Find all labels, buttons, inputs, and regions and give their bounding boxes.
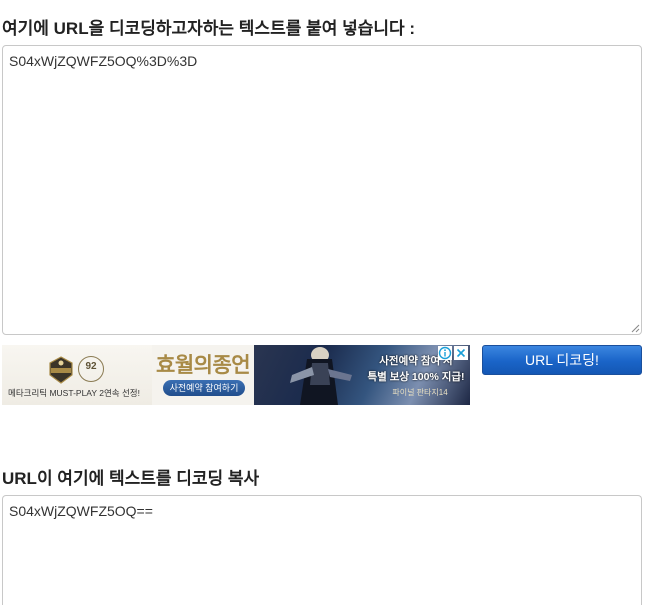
- resize-handle-icon[interactable]: [630, 323, 640, 333]
- ad-preregister-button[interactable]: 사전예약 참여하기: [163, 380, 245, 396]
- must-play-badge-icon: [49, 356, 73, 384]
- ad-info-icon[interactable]: [438, 346, 452, 360]
- decoded-text-output[interactable]: [2, 495, 642, 605]
- url-decode-button[interactable]: URL 디코딩!: [482, 345, 642, 375]
- ad-reward-line-2: 특별 보상 100% 지급!: [367, 371, 465, 383]
- output-heading: URL이 여기에 텍스트를 디코딩 복사: [2, 469, 260, 488]
- ad-reward-line-1: 사전예약 참여 시: [379, 355, 453, 367]
- ad-banner[interactable]: 92 메타크리틱 MUST-PLAY 2연속 선정! 효월의종언 사전예약 참여…: [2, 345, 470, 405]
- encoded-text-input[interactable]: [2, 45, 642, 335]
- ad-reward-text: 사전예약 참여 시 특별 보상 100% 지급!: [364, 353, 468, 385]
- input-heading: 여기에 URL을 디코딩하고자하는 텍스트를 붙여 넣습니다 :: [2, 19, 416, 38]
- ad-close-icon[interactable]: [454, 346, 468, 360]
- metacritic-score-badge: 92: [78, 356, 104, 382]
- ad-caption: 메타크리틱 MUST-PLAY 2연속 선정!: [8, 388, 140, 398]
- ad-game-logo: 파이널 판타지14: [392, 388, 448, 397]
- ad-character-artwork-icon: [290, 347, 352, 405]
- ad-game-title: 효월의종언: [156, 352, 251, 377]
